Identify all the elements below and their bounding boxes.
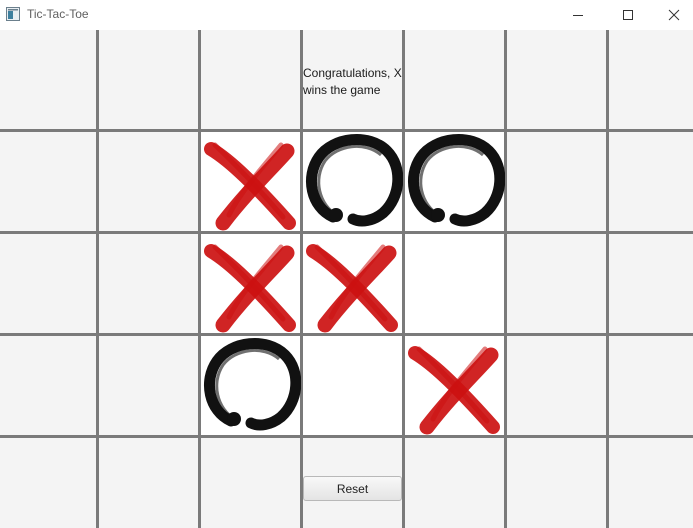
reset-button[interactable]: Reset (303, 476, 402, 501)
board-cell[interactable] (404, 232, 506, 334)
maximize-button[interactable] (605, 0, 651, 30)
status-message: Congratulations, X wins the game (303, 66, 402, 97)
grid-line (504, 30, 507, 528)
board-cell[interactable] (302, 334, 404, 436)
grid-line (606, 30, 609, 528)
minimize-button[interactable] (555, 0, 601, 30)
window-title: Tic-Tac-Toe (27, 7, 89, 21)
x-mark-icon (303, 233, 403, 333)
x-mark-icon (201, 233, 301, 333)
close-button[interactable] (651, 0, 693, 30)
title-bar[interactable]: Tic-Tac-Toe (0, 0, 693, 30)
o-mark-icon (405, 131, 506, 231)
grid-line (0, 435, 693, 438)
game-board: Congratulations, X wins the game Reset (0, 30, 693, 528)
close-icon (668, 9, 680, 21)
o-mark-icon (201, 335, 302, 435)
x-mark-icon (405, 335, 505, 435)
x-mark-icon (201, 131, 301, 231)
minimize-icon (573, 15, 583, 16)
maximize-icon (623, 10, 633, 20)
grid-line (0, 333, 693, 336)
grid-line (96, 30, 99, 528)
o-mark-icon (303, 131, 404, 231)
app-window: Tic-Tac-Toe Congratulations, X wins the … (0, 0, 693, 528)
app-window-icon (6, 7, 20, 21)
